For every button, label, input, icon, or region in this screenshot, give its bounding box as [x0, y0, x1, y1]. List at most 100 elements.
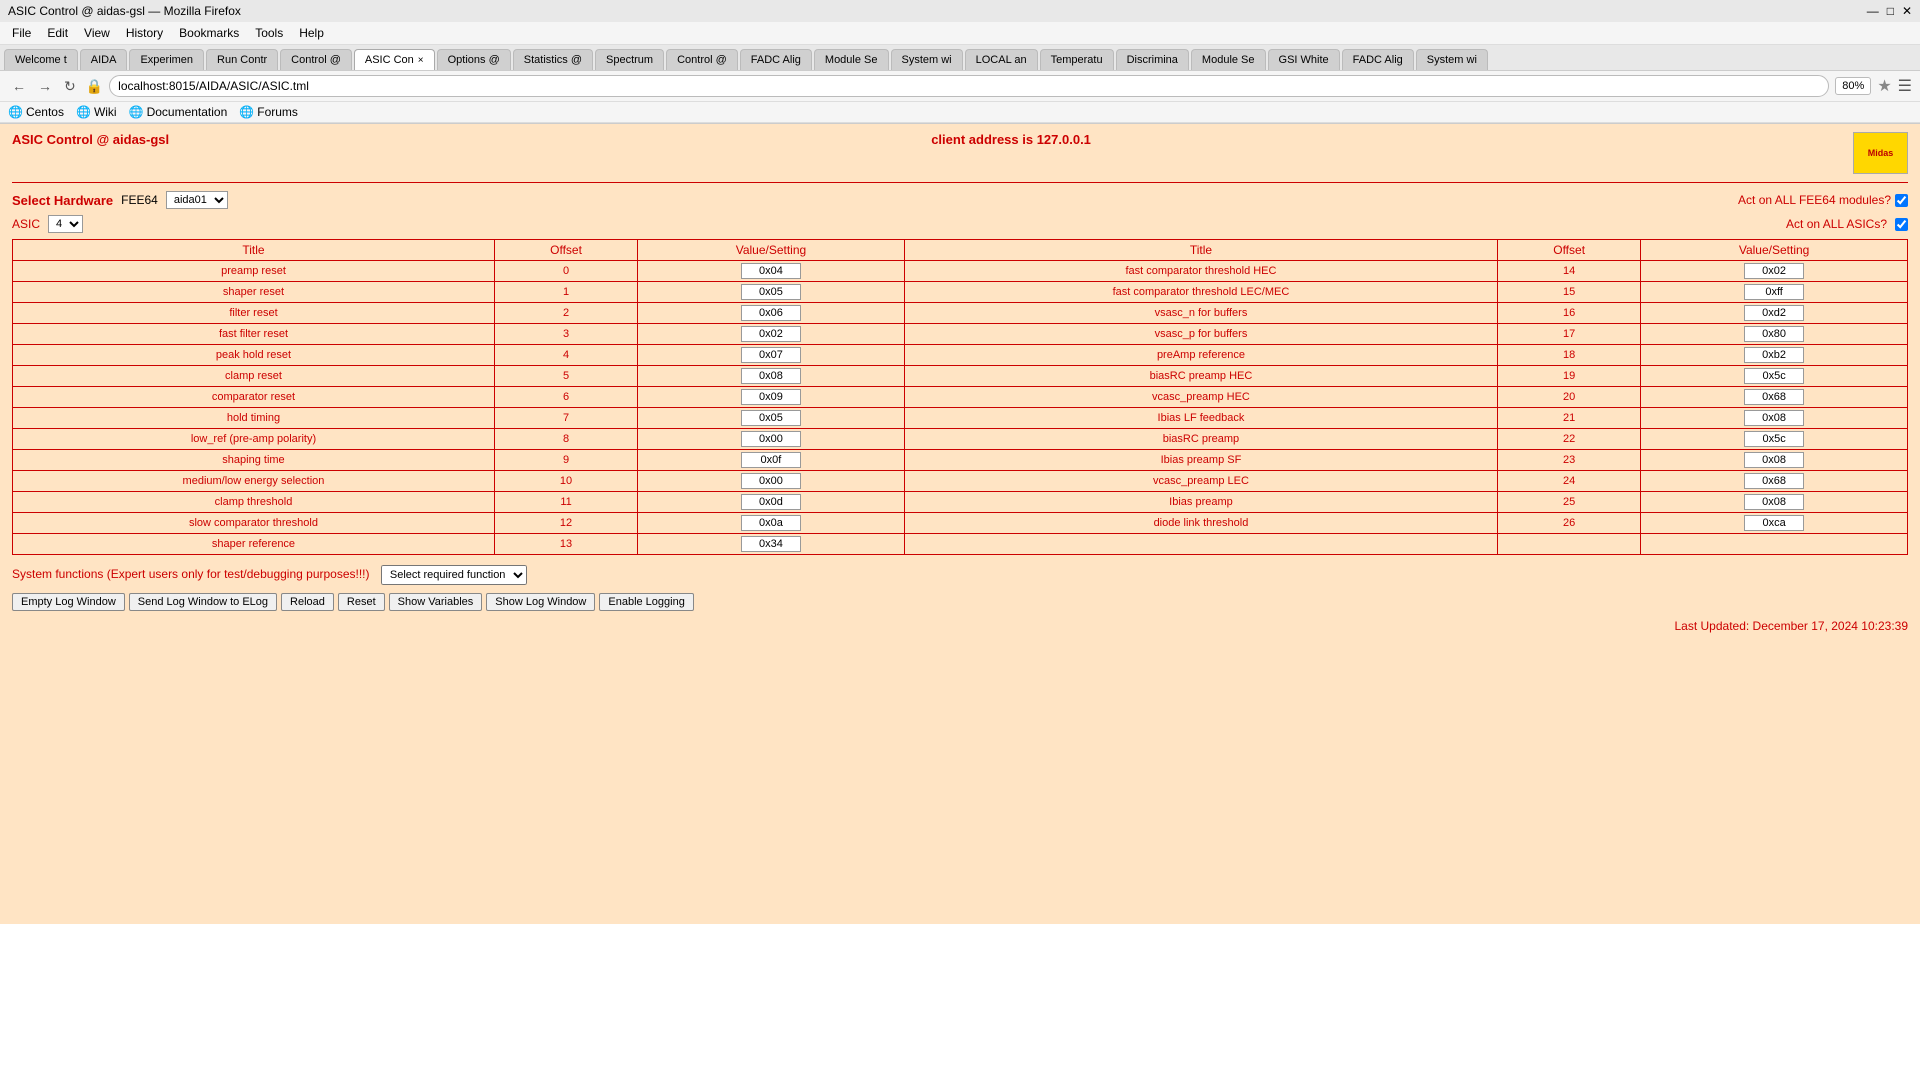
- left-value-input-5[interactable]: [741, 368, 801, 384]
- left-value-2[interactable]: [638, 303, 905, 324]
- right-value-input-5[interactable]: [1744, 368, 1804, 384]
- action-button-1[interactable]: Send Log Window to ELog: [129, 593, 277, 611]
- left-value-6[interactable]: [638, 387, 905, 408]
- action-button-2[interactable]: Reload: [281, 593, 334, 611]
- left-value-input-8[interactable]: [741, 431, 801, 447]
- sys-functions-select[interactable]: Select required function: [381, 565, 527, 585]
- bookmark-wiki[interactable]: 🌐 Wiki: [76, 105, 117, 119]
- left-value-12[interactable]: [638, 513, 905, 534]
- browser-tab-8[interactable]: Spectrum: [595, 49, 664, 70]
- browser-tab-9[interactable]: Control @: [666, 49, 738, 70]
- right-value-input-9[interactable]: [1744, 452, 1804, 468]
- browser-tab-6[interactable]: Options @: [437, 49, 511, 70]
- right-value-5[interactable]: [1641, 366, 1908, 387]
- left-value-5[interactable]: [638, 366, 905, 387]
- right-value-input-8[interactable]: [1744, 431, 1804, 447]
- left-value-input-11[interactable]: [741, 494, 801, 510]
- left-value-9[interactable]: [638, 450, 905, 471]
- browser-tab-1[interactable]: AIDA: [80, 49, 128, 70]
- right-value-input-0[interactable]: [1744, 263, 1804, 279]
- minimize-btn[interactable]: —: [1867, 4, 1879, 18]
- left-value-input-12[interactable]: [741, 515, 801, 531]
- left-value-input-6[interactable]: [741, 389, 801, 405]
- tab-close-icon[interactable]: ×: [418, 55, 424, 66]
- menu-help[interactable]: Help: [291, 24, 332, 42]
- fee64-select[interactable]: aida01: [166, 191, 228, 209]
- left-value-11[interactable]: [638, 492, 905, 513]
- left-value-input-3[interactable]: [741, 326, 801, 342]
- left-value-3[interactable]: [638, 324, 905, 345]
- bookmark-documentation[interactable]: 🌐 Documentation: [129, 105, 228, 119]
- right-value-input-3[interactable]: [1744, 326, 1804, 342]
- browser-tab-18[interactable]: FADC Alig: [1342, 49, 1414, 70]
- right-value-input-2[interactable]: [1744, 305, 1804, 321]
- menu-edit[interactable]: Edit: [39, 24, 76, 42]
- reload-button[interactable]: ↻: [60, 76, 80, 97]
- right-value-input-6[interactable]: [1744, 389, 1804, 405]
- right-value-input-10[interactable]: [1744, 473, 1804, 489]
- left-value-8[interactable]: [638, 429, 905, 450]
- left-value-10[interactable]: [638, 471, 905, 492]
- right-value-4[interactable]: [1641, 345, 1908, 366]
- left-value-4[interactable]: [638, 345, 905, 366]
- right-value-input-7[interactable]: [1744, 410, 1804, 426]
- close-btn[interactable]: ✕: [1902, 4, 1912, 18]
- right-value-9[interactable]: [1641, 450, 1908, 471]
- right-value-13[interactable]: [1641, 534, 1908, 555]
- address-input[interactable]: [109, 75, 1829, 97]
- browser-tab-16[interactable]: Module Se: [1191, 49, 1266, 70]
- right-value-2[interactable]: [1641, 303, 1908, 324]
- left-value-input-1[interactable]: [741, 284, 801, 300]
- left-value-0[interactable]: [638, 261, 905, 282]
- menu-icon[interactable]: ☰: [1898, 76, 1912, 96]
- browser-tab-19[interactable]: System wi: [1416, 49, 1488, 70]
- left-value-13[interactable]: [638, 534, 905, 555]
- browser-tab-12[interactable]: System wi: [891, 49, 963, 70]
- browser-tab-14[interactable]: Temperatu: [1040, 49, 1114, 70]
- browser-tab-4[interactable]: Control @: [280, 49, 352, 70]
- right-value-3[interactable]: [1641, 324, 1908, 345]
- left-value-input-2[interactable]: [741, 305, 801, 321]
- bookmark-forums[interactable]: 🌐 Forums: [239, 105, 298, 119]
- right-value-12[interactable]: [1641, 513, 1908, 534]
- back-button[interactable]: ←: [8, 76, 30, 97]
- right-value-input-11[interactable]: [1744, 494, 1804, 510]
- browser-tab-0[interactable]: Welcome t: [4, 49, 78, 70]
- right-value-input-12[interactable]: [1744, 515, 1804, 531]
- browser-tab-13[interactable]: LOCAL an: [965, 49, 1038, 70]
- left-value-input-4[interactable]: [741, 347, 801, 363]
- browser-tab-10[interactable]: FADC Alig: [740, 49, 812, 70]
- action-button-5[interactable]: Show Log Window: [486, 593, 595, 611]
- window-controls[interactable]: — □ ✕: [1867, 4, 1912, 18]
- left-value-input-9[interactable]: [741, 452, 801, 468]
- act-all-asics-checkbox[interactable]: [1895, 218, 1908, 231]
- browser-tab-3[interactable]: Run Contr: [206, 49, 278, 70]
- right-value-7[interactable]: [1641, 408, 1908, 429]
- menu-history[interactable]: History: [118, 24, 171, 42]
- right-value-0[interactable]: [1641, 261, 1908, 282]
- left-value-1[interactable]: [638, 282, 905, 303]
- right-value-6[interactable]: [1641, 387, 1908, 408]
- left-value-input-0[interactable]: [741, 263, 801, 279]
- menu-bookmarks[interactable]: Bookmarks: [171, 24, 247, 42]
- right-value-8[interactable]: [1641, 429, 1908, 450]
- menu-tools[interactable]: Tools: [247, 24, 291, 42]
- left-value-input-13[interactable]: [741, 536, 801, 552]
- bookmark-star-icon[interactable]: ★: [1877, 76, 1891, 96]
- action-button-6[interactable]: Enable Logging: [599, 593, 693, 611]
- action-button-3[interactable]: Reset: [338, 593, 385, 611]
- forward-button[interactable]: →: [34, 76, 56, 97]
- asic-select[interactable]: 4: [48, 215, 83, 233]
- left-value-input-10[interactable]: [741, 473, 801, 489]
- right-value-10[interactable]: [1641, 471, 1908, 492]
- browser-tab-7[interactable]: Statistics @: [513, 49, 593, 70]
- right-value-input-4[interactable]: [1744, 347, 1804, 363]
- right-value-input-1[interactable]: [1744, 284, 1804, 300]
- browser-tab-5[interactable]: ASIC Con×: [354, 49, 435, 70]
- left-value-input-7[interactable]: [741, 410, 801, 426]
- action-button-0[interactable]: Empty Log Window: [12, 593, 125, 611]
- browser-tab-15[interactable]: Discrimina: [1116, 49, 1189, 70]
- maximize-btn[interactable]: □: [1887, 4, 1894, 18]
- right-value-11[interactable]: [1641, 492, 1908, 513]
- bookmark-centos[interactable]: 🌐 Centos: [8, 105, 64, 119]
